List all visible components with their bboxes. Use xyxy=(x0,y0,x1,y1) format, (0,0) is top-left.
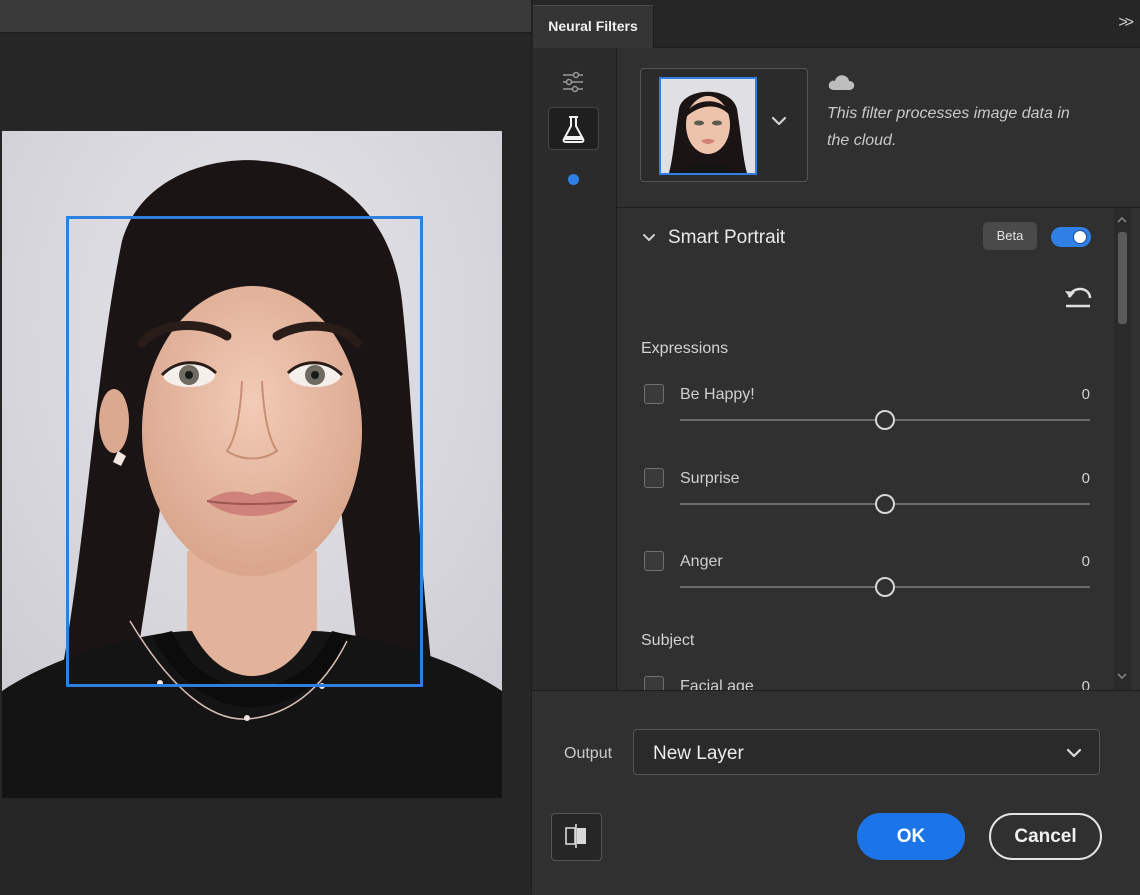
beta-badge: Beta xyxy=(983,222,1037,250)
cloud-icon xyxy=(827,72,857,92)
face-selector[interactable] xyxy=(640,68,808,182)
tab-neural-filters[interactable]: Neural Filters xyxy=(533,5,654,49)
beta-filters-button[interactable] xyxy=(548,107,599,150)
checkbox-be-happy[interactable] xyxy=(644,384,664,404)
slider-handle-be-happy[interactable] xyxy=(875,410,895,430)
filter-enable-toggle[interactable] xyxy=(1051,227,1091,247)
checkbox-anger[interactable] xyxy=(644,551,664,571)
show-original-button[interactable] xyxy=(551,813,602,861)
face-thumbnail xyxy=(659,77,757,175)
slider-handle-surprise[interactable] xyxy=(875,494,895,514)
slider-label-be-happy: Be Happy! xyxy=(680,386,755,403)
slider-label-surprise: Surprise xyxy=(680,470,740,487)
output-select[interactable]: New Layer xyxy=(633,729,1100,775)
filter-category-sidebar xyxy=(532,48,617,690)
scroll-down-icon[interactable] xyxy=(1117,668,1127,680)
collapse-panel-button[interactable]: >> xyxy=(1118,14,1134,32)
slider-value-be-happy: 0 xyxy=(1081,386,1090,403)
reset-icon[interactable] xyxy=(1063,286,1093,310)
slider-value-facial-age: 0 xyxy=(1081,678,1090,690)
panel-header: Neural Filters >> xyxy=(532,0,1140,49)
flask-icon xyxy=(562,116,585,143)
slider-label-anger: Anger xyxy=(680,553,723,570)
preset-area: This filter processes image data in the … xyxy=(617,48,1140,208)
canvas-top-bar xyxy=(0,0,531,33)
face-detection-box xyxy=(66,216,423,687)
toggle-knob xyxy=(1073,230,1087,244)
filter-title: Smart Portrait xyxy=(668,227,786,248)
active-indicator-dot xyxy=(568,174,579,185)
sliders-icon[interactable] xyxy=(560,70,586,94)
output-selected-value: New Layer xyxy=(653,743,744,764)
slider-label-facial-age: Facial age xyxy=(680,678,754,690)
chevron-down-icon[interactable] xyxy=(641,230,657,246)
cancel-button[interactable]: Cancel xyxy=(989,813,1102,860)
checkbox-facial-age[interactable] xyxy=(644,676,664,690)
chevron-down-icon xyxy=(1065,744,1083,762)
slider-value-surprise: 0 xyxy=(1081,470,1090,487)
slider-handle-anger[interactable] xyxy=(875,577,895,597)
scroll-up-icon[interactable] xyxy=(1117,212,1127,223)
section-label-subject: Subject xyxy=(641,632,695,649)
ok-button[interactable]: OK xyxy=(857,813,965,860)
checkbox-surprise[interactable] xyxy=(644,468,664,488)
scrollbar-thumb[interactable] xyxy=(1118,232,1127,324)
document-canvas xyxy=(0,0,531,894)
output-label: Output xyxy=(564,745,613,762)
settings-scrollbar[interactable] xyxy=(1114,208,1131,690)
filter-settings: Smart Portrait Beta Expressions Be Happy… xyxy=(617,208,1140,690)
slider-value-anger: 0 xyxy=(1081,553,1090,570)
panel-footer: Output New Layer OK Cancel xyxy=(532,690,1140,895)
section-label-expressions: Expressions xyxy=(641,340,729,357)
chevron-down-icon[interactable] xyxy=(769,111,789,131)
compare-icon xyxy=(565,824,586,848)
neural-filters-panel: Neural Filters >> This filter processes … xyxy=(531,0,1140,895)
cloud-processing-notice: This filter processes image data in the … xyxy=(827,105,1070,149)
